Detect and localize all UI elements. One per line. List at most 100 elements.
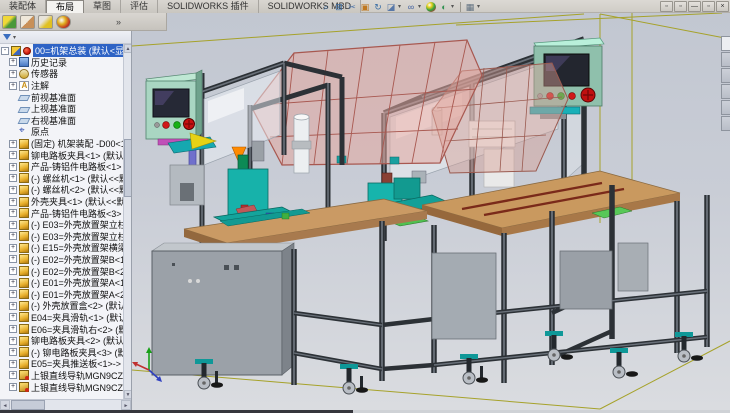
expand-toggle-icon[interactable]: + xyxy=(9,302,17,310)
expand-toggle-icon[interactable]: + xyxy=(9,244,17,252)
expand-toggle-icon[interactable]: + xyxy=(9,198,17,206)
expand-toggle-icon[interactable]: + xyxy=(9,279,17,287)
hide-show-items-icon-dropdown[interactable]: ▾ xyxy=(418,3,424,10)
expand-toggle-icon[interactable]: + xyxy=(9,82,17,90)
tree-item[interactable]: + (-) 螺丝机<2> (默认<<默 xyxy=(0,184,131,196)
tree-item[interactable]: + (-) E03=外壳放置架立柱 xyxy=(0,231,131,243)
tree-item[interactable]: + (-) E01=外壳放置架A<1 xyxy=(0,277,131,289)
expand-toggle-icon[interactable]: + xyxy=(9,383,17,391)
rotate-view-icon[interactable]: ↻ xyxy=(372,1,384,13)
apply-scene-icon-dropdown[interactable]: ▾ xyxy=(451,3,457,10)
filter-icon[interactable] xyxy=(3,34,11,40)
apply-scene-icon[interactable]: ◐ xyxy=(438,1,450,13)
expand-toggle-icon[interactable]: + xyxy=(9,209,17,217)
taskpane-tab-2[interactable] xyxy=(721,52,730,67)
tree-item[interactable]: + 传感器 xyxy=(0,68,131,80)
command-tab-草图[interactable]: 草图 xyxy=(84,0,121,13)
minimize-button[interactable]: — xyxy=(688,1,701,12)
tree-vertical-scrollbar[interactable]: ▲ ▼ xyxy=(123,44,131,399)
tree-item[interactable]: + 铆电路板夹具<1> (默认 xyxy=(0,149,131,161)
tree-item[interactable]: + 上银直线导轨MGN9CZ0 xyxy=(0,381,131,393)
tree-item[interactable]: + (固定) 机架装配 -D00<1 xyxy=(0,138,131,150)
expand-toggle-icon[interactable]: + xyxy=(9,371,17,379)
scroll-thumb[interactable] xyxy=(124,139,131,197)
tree-item[interactable]: + (-) E01=外壳放置架A<2 xyxy=(0,288,131,300)
tree-item[interactable]: 前视基准面 xyxy=(0,91,131,103)
tree-item[interactable]: 原点 xyxy=(0,126,131,138)
mate-icon[interactable] xyxy=(38,15,53,29)
taskpane-tab-4[interactable] xyxy=(721,84,730,99)
hide-show-items-icon[interactable]: ∞ xyxy=(405,1,417,13)
expand-toggle-icon[interactable]: + xyxy=(9,151,17,159)
3d-model-canvas[interactable] xyxy=(132,13,730,410)
tree-item[interactable]: + 外壳夹具<1> (默认<<默 xyxy=(0,196,131,208)
taskpane-tab-3[interactable] xyxy=(721,68,730,83)
command-tab-评估[interactable]: 评估 xyxy=(121,0,158,13)
command-tab-装配体[interactable]: 装配体 xyxy=(0,0,46,13)
expand-toggle-icon[interactable]: - xyxy=(1,47,9,55)
close-button[interactable]: × xyxy=(716,1,729,12)
tree-item[interactable]: + E04=夹具滑轨<1> (默认 xyxy=(0,312,131,324)
display-style-icon-dropdown[interactable]: ▾ xyxy=(398,3,404,10)
tree-item[interactable]: + 产品-铸铝件电路板<1> xyxy=(0,161,131,173)
scroll-down-arrow[interactable]: ▼ xyxy=(124,390,131,399)
expand-toggle-icon[interactable]: + xyxy=(9,337,17,345)
edit-appearance-icon[interactable] xyxy=(426,2,436,12)
tree-item[interactable]: + (-) E15=外壳放置架横梁 xyxy=(0,242,131,254)
command-tab-SOLIDWORKS 插件[interactable]: SOLIDWORKS 插件 xyxy=(158,0,259,13)
expand-toggle-icon[interactable]: + xyxy=(9,232,17,240)
tree-item[interactable]: + 产品-铸铝件电路板<3> xyxy=(0,207,131,219)
tree-item[interactable]: + 历史记录 xyxy=(0,57,131,69)
tree-item[interactable]: + (-) E02=外壳放置架B<1 xyxy=(0,254,131,266)
filter-dropdown-arrow[interactable]: ▾ xyxy=(13,34,16,41)
expand-toggle-icon[interactable]: + xyxy=(9,221,17,229)
expand-toggle-icon[interactable]: + xyxy=(9,255,17,263)
expand-toggle-icon[interactable]: + xyxy=(9,140,17,148)
section-view-icon[interactable]: ✂ xyxy=(346,1,358,13)
tree-item[interactable]: + E05=夹具推送板<1>-> xyxy=(0,358,131,370)
doc-window-button-2[interactable]: ▫ xyxy=(674,1,687,12)
tree-item[interactable]: 上视基准面 xyxy=(0,103,131,115)
expand-toggle-icon[interactable]: + xyxy=(9,313,17,321)
expand-toggle-icon[interactable]: + xyxy=(9,348,17,356)
toolbar-overflow-chevron[interactable]: » xyxy=(116,17,121,27)
taskpane-tab-5[interactable] xyxy=(721,100,730,115)
tree-item[interactable]: + 注解 xyxy=(0,80,131,92)
scroll-right-arrow[interactable]: ► xyxy=(121,400,131,410)
expand-toggle-icon[interactable]: + xyxy=(9,186,17,194)
scroll-left-arrow[interactable]: ◄ xyxy=(0,400,10,410)
expand-toggle-icon[interactable]: + xyxy=(9,70,17,78)
zoom-to-fit-icon[interactable]: ⌕ xyxy=(320,1,332,13)
move-component-icon[interactable] xyxy=(20,15,35,29)
viewport-3d[interactable] xyxy=(132,13,730,410)
display-style-icon[interactable]: ◪ xyxy=(385,1,397,13)
expand-toggle-icon[interactable]: + xyxy=(9,163,17,171)
edit-appearance-sphere-icon[interactable] xyxy=(56,15,71,29)
tree-item[interactable]: + E06=夹具滑轨右<2> (默 xyxy=(0,323,131,335)
tree-horizontal-scrollbar[interactable]: ◄ ► xyxy=(0,399,131,410)
view-settings-icon[interactable]: ▦ xyxy=(464,1,476,13)
tree-item[interactable]: + (-) 铆电路板夹具<3> (默 xyxy=(0,346,131,358)
restore-button[interactable]: ▫ xyxy=(702,1,715,12)
taskpane-tab-1[interactable] xyxy=(721,36,730,51)
doc-window-button-1[interactable]: ▫ xyxy=(660,1,673,12)
tree-item[interactable]: + 铆电路板夹具<2> (默认 xyxy=(0,335,131,347)
edit-component-icon[interactable] xyxy=(2,15,17,29)
expand-toggle-icon[interactable]: + xyxy=(9,58,17,66)
expand-toggle-icon[interactable]: + xyxy=(9,267,17,275)
view-settings-icon-dropdown[interactable]: ▾ xyxy=(477,3,483,10)
tree-item[interactable]: + (-) E02=外壳放置架B<2 xyxy=(0,265,131,277)
tree-item[interactable]: + (-) E03=外壳放置架立柱 xyxy=(0,219,131,231)
expand-toggle-icon[interactable]: + xyxy=(9,290,17,298)
tree-item[interactable]: - 00=机架总装 (默认<显 xyxy=(0,45,131,57)
tree-item[interactable]: + 上银直线导轨MGN9CZ0 xyxy=(0,370,131,382)
expand-toggle-icon[interactable]: + xyxy=(9,174,17,182)
command-tab-布局[interactable]: 布局 xyxy=(46,0,84,13)
taskpane-tab-6[interactable] xyxy=(721,116,730,131)
tree-item[interactable]: + (-) 螺丝机<1> (默认<<默 xyxy=(0,173,131,185)
tree-item[interactable]: + (-) 外壳放置盒<2> (默认 xyxy=(0,300,131,312)
zoom-to-area-icon[interactable]: ⊞ xyxy=(333,1,345,13)
expand-toggle-icon[interactable]: + xyxy=(9,325,17,333)
scroll-up-arrow[interactable]: ▲ xyxy=(124,44,131,53)
expand-toggle-icon[interactable]: + xyxy=(9,360,17,368)
